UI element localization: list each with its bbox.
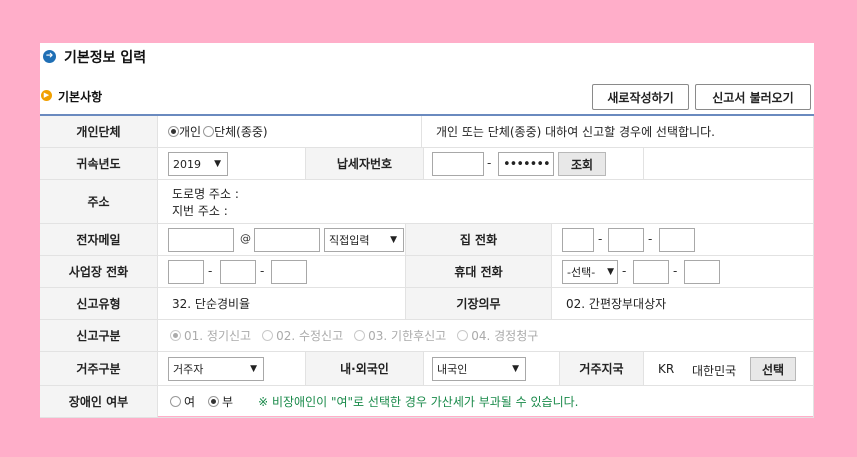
radio-disabled-no[interactable] — [208, 396, 220, 407]
label-disabled: 장애인 여부 — [40, 386, 158, 418]
individual-group-help: 개인 또는 단체(종중) 대하여 신고할 경우에 선택합니다. — [422, 116, 814, 148]
individual-group-options: 개인 단체(종중) — [158, 116, 422, 148]
country-name: 대한민국 — [692, 364, 737, 378]
dash: - — [208, 264, 213, 278]
label-nationality: 내·외국인 — [306, 352, 424, 386]
taxpayer-id-part1[interactable] — [432, 152, 484, 176]
home-phone-part2[interactable] — [608, 228, 644, 252]
nationality-cell: 내국인 ▼ — [424, 352, 560, 386]
home-phone-part1[interactable] — [562, 228, 594, 252]
caret-down-icon: ▼ — [250, 364, 257, 374]
dash: - — [260, 264, 265, 278]
caret-down-icon: ▼ — [607, 267, 614, 277]
taxpayer-id-cell: - ••••••• 조회 — [424, 148, 644, 180]
dash: - — [622, 264, 627, 278]
title-row: ➜ 기본정보 입력 — [40, 43, 814, 71]
radio-group-label: 단체(종중) — [214, 125, 268, 139]
radio-disabled-yes-label: 여 — [184, 395, 196, 409]
caret-down-icon: ▼ — [214, 159, 221, 169]
section-bullet-icon: ▶ — [41, 90, 52, 101]
mobile-prefix-select[interactable]: -선택- ▼ — [562, 260, 618, 284]
email-domain-select-value: 직접입력 — [329, 234, 370, 247]
label-individual-group: 개인단체 — [40, 116, 158, 148]
report-class-opt-3: 03. 기한후신고 — [368, 329, 447, 343]
residency-cell: 거주자 ▼ — [158, 352, 306, 386]
lot-address: 지번 주소 : — [172, 204, 228, 218]
label-country: 거주지국 — [560, 352, 644, 386]
label-address: 주소 — [40, 180, 158, 224]
mobile-cell: -선택- ▼ - - — [552, 256, 814, 288]
radio-report-class-4[interactable] — [457, 330, 469, 341]
address-cell: 도로명 주소 : 지번 주소 : — [158, 180, 814, 224]
label-bookkeeping: 기장의무 — [406, 288, 552, 320]
year-cell: 2019 ▼ — [158, 148, 306, 180]
year-select[interactable]: 2019 ▼ — [168, 152, 228, 176]
mobile-part2[interactable] — [633, 260, 669, 284]
label-email: 전자메일 — [40, 224, 158, 256]
disabled-note: ※ 비장애인이 "여"로 선택한 경우 가산세가 부과될 수 있습니다. — [258, 395, 579, 409]
section-title: 기본사항 — [58, 90, 103, 104]
label-year: 귀속년도 — [40, 148, 158, 180]
label-biz-phone: 사업장 전화 — [40, 256, 158, 288]
radio-individual-label: 개인 — [179, 125, 202, 139]
report-class-options: 01. 정기신고 02. 수정신고 03. 기한후신고 04. 경정청구 — [158, 320, 814, 352]
biz-phone-cell: - - — [158, 256, 406, 288]
basic-info-form: 개인단체 개인 단체(종중) 개인 또는 단체(종중) 대하여 신고할 경우에 … — [40, 114, 814, 418]
dash: - — [487, 156, 492, 170]
radio-report-class-2[interactable] — [262, 330, 274, 341]
new-form-button[interactable]: 새로작성하기 — [592, 84, 689, 110]
label-residency: 거주구분 — [40, 352, 158, 386]
radio-individual[interactable] — [168, 126, 179, 137]
biz-phone-part1[interactable] — [168, 260, 204, 284]
radio-disabled-yes[interactable] — [170, 396, 181, 407]
disabled-options: 여 부 ※ 비장애인이 "여"로 선택한 경우 가산세가 부과될 수 있습니다. — [158, 386, 814, 418]
nationality-select-value: 내국인 — [437, 363, 468, 376]
caret-down-icon: ▼ — [390, 235, 397, 245]
report-class-opt-1: 01. 정기신고 — [184, 329, 252, 343]
mobile-part3[interactable] — [684, 260, 720, 284]
biz-phone-part3[interactable] — [271, 260, 307, 284]
radio-report-class-1[interactable] — [170, 330, 181, 341]
year-select-value: 2019 — [173, 157, 201, 171]
mobile-prefix-value: -선택- — [567, 266, 596, 279]
nationality-select[interactable]: 내국인 ▼ — [432, 357, 526, 381]
dash: - — [673, 264, 678, 278]
radio-report-class-3[interactable] — [354, 330, 366, 341]
report-class-opt-2: 02. 수정신고 — [276, 329, 344, 343]
home-phone-cell: - - — [552, 224, 814, 256]
country-cell: KR 대한민국 선택 — [644, 352, 814, 386]
email-domain-select[interactable]: 직접입력 ▼ — [324, 228, 404, 252]
load-report-button[interactable]: 신고서 불러오기 — [695, 84, 811, 110]
label-home-phone: 집 전화 — [406, 224, 552, 256]
biz-phone-part2[interactable] — [220, 260, 256, 284]
taxpayer-id-empty — [644, 148, 814, 180]
radio-disabled-no-label: 부 — [222, 395, 234, 409]
report-class-opt-4: 04. 경정청구 — [471, 329, 539, 343]
lookup-button[interactable]: 조회 — [558, 152, 606, 176]
country-code: KR — [658, 362, 675, 376]
arrow-right-circle-icon: ➜ — [43, 50, 56, 63]
taxpayer-id-part2[interactable]: ••••••• — [498, 152, 554, 176]
caret-down-icon: ▼ — [512, 364, 519, 374]
email-cell: @ 직접입력 ▼ — [158, 224, 406, 256]
road-address: 도로명 주소 : — [172, 187, 239, 201]
label-report-type: 신고유형 — [40, 288, 158, 320]
bookkeeping-value: 02. 간편장부대상자 — [552, 288, 814, 320]
report-type-value: 32. 단순경비율 — [158, 288, 406, 320]
home-phone-part3[interactable] — [659, 228, 695, 252]
page-title: 기본정보 입력 — [64, 50, 147, 66]
label-taxpayer-id: 납세자번호 — [306, 148, 424, 180]
dash: - — [598, 232, 603, 246]
radio-group[interactable] — [203, 126, 215, 137]
label-mobile: 휴대 전화 — [406, 256, 552, 288]
residency-select-value: 거주자 — [173, 363, 204, 376]
email-user-input[interactable] — [168, 228, 234, 252]
label-report-class: 신고구분 — [40, 320, 158, 352]
residency-select[interactable]: 거주자 ▼ — [168, 357, 264, 381]
country-select-button[interactable]: 선택 — [750, 357, 796, 381]
email-domain-input[interactable] — [254, 228, 320, 252]
email-at: @ — [240, 232, 251, 245]
dash: - — [648, 232, 653, 246]
basic-info-panel: ➜ 기본정보 입력 ▶ 기본사항 새로작성하기 신고서 불러오기 개인단체 개인… — [40, 43, 814, 418]
